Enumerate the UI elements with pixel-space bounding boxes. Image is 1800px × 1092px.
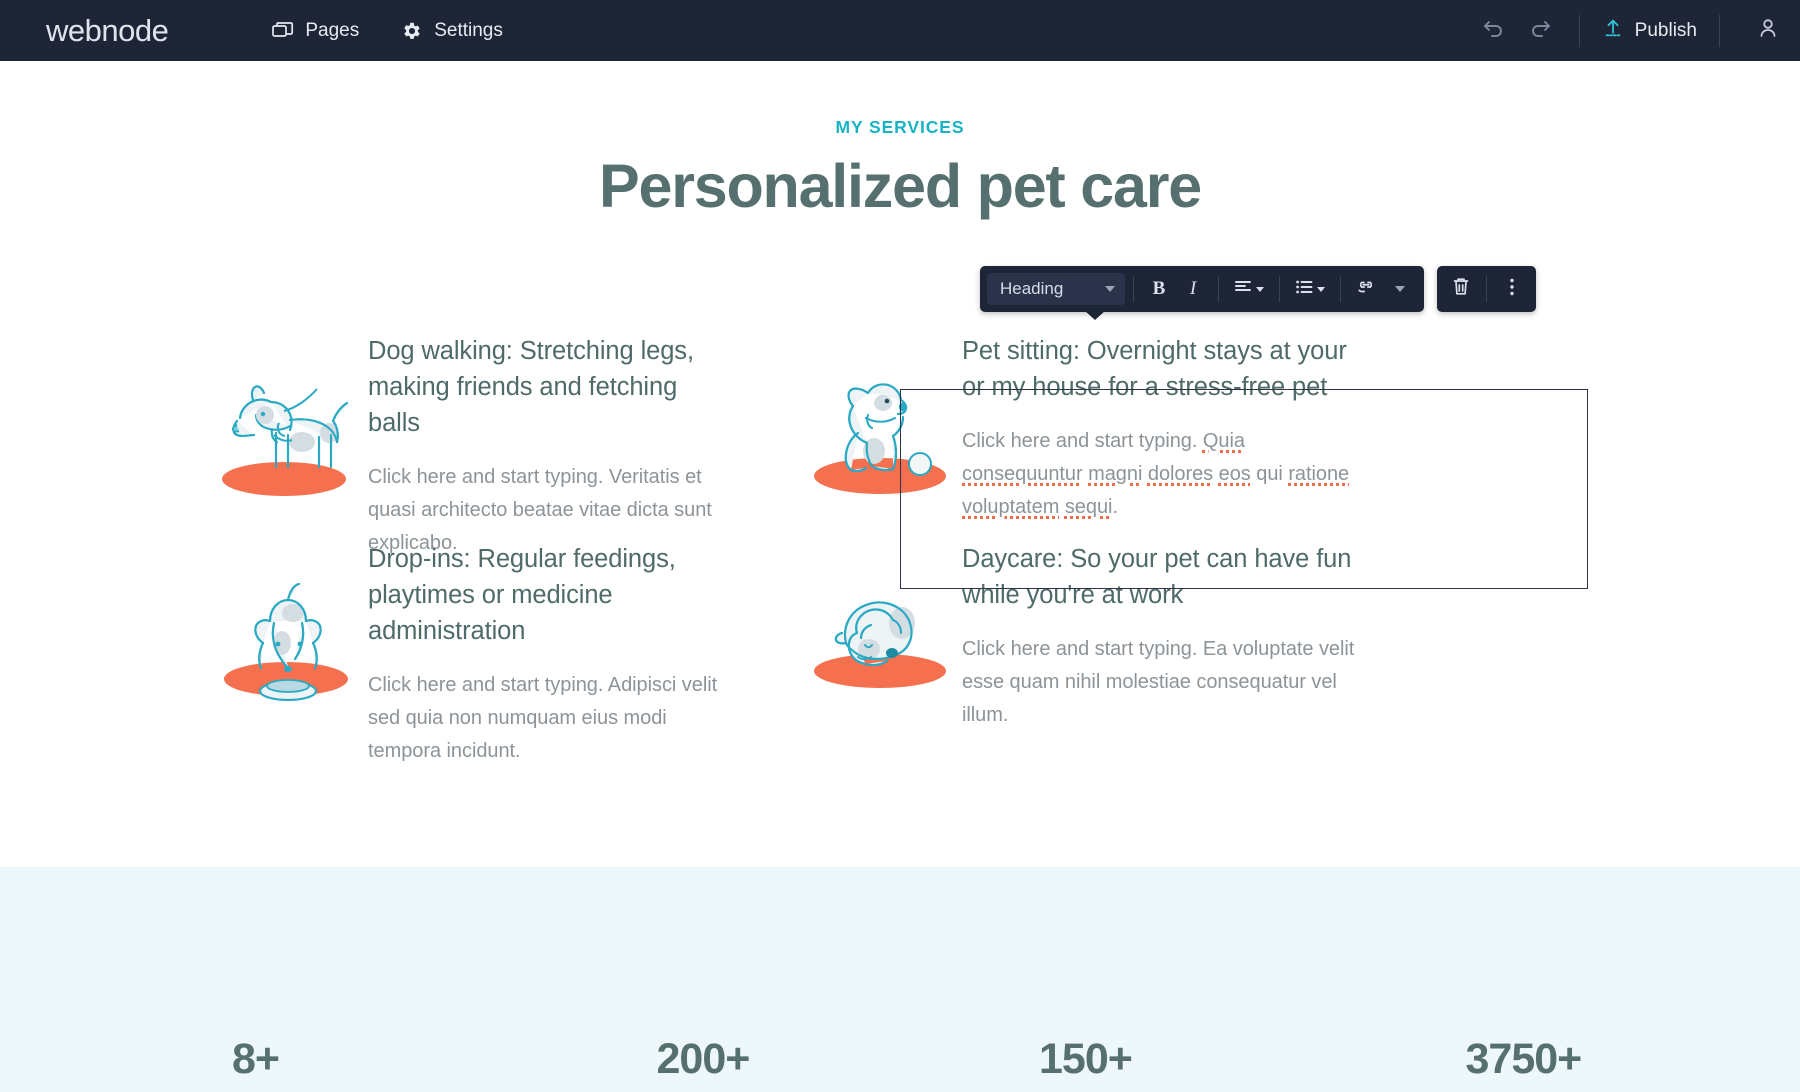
service-body[interactable]: Click here and start typing. Ea voluptat… bbox=[962, 633, 1362, 732]
dog-sleeping-illustration bbox=[802, 541, 962, 732]
publish-button[interactable]: Publish bbox=[1596, 17, 1703, 45]
block-options-button[interactable] bbox=[1495, 272, 1529, 306]
dog-walking-illustration bbox=[208, 333, 368, 560]
service-card-drop-ins[interactable]: Drop-ins: Regular feedings, playtimes or… bbox=[208, 541, 768, 768]
text-format-group: Heading B I bbox=[980, 266, 1424, 312]
link-button[interactable] bbox=[1349, 272, 1383, 306]
upload-icon bbox=[1602, 17, 1624, 45]
service-card-dog-walking[interactable]: Dog walking: Stretching legs, making fri… bbox=[208, 333, 768, 560]
account-button[interactable] bbox=[1736, 0, 1800, 61]
nav-item-pages[interactable]: Pages bbox=[272, 20, 359, 42]
redo-button[interactable] bbox=[1517, 0, 1563, 61]
service-body[interactable]: Click here and start typing. Adipisci ve… bbox=[368, 669, 728, 768]
service-title[interactable]: Dog walking: Stretching legs, making fri… bbox=[368, 333, 728, 441]
stat-item[interactable]: 8+ bbox=[0, 1035, 567, 1084]
service-title[interactable]: Drop-ins: Regular feedings, playtimes or… bbox=[368, 541, 728, 649]
paragraph-style-value: Heading bbox=[1000, 279, 1063, 299]
stat-item[interactable]: 150+ bbox=[991, 1035, 1374, 1084]
bullet-list-icon bbox=[1296, 280, 1313, 299]
service-card-daycare[interactable]: Daycare: So your pet can have fun while … bbox=[802, 541, 1402, 732]
service-text-pet-sitting: Pet sitting: Overnight stays at your or … bbox=[962, 333, 1402, 524]
undo-button[interactable] bbox=[1471, 0, 1517, 61]
more-vertical-icon bbox=[1509, 277, 1515, 302]
misspelled-word: magni bbox=[1088, 463, 1142, 485]
align-button[interactable] bbox=[1227, 272, 1271, 306]
dog-eating-illustration bbox=[208, 541, 368, 768]
section-eyebrow[interactable]: MY SERVICES bbox=[0, 117, 1800, 138]
user-icon bbox=[1756, 16, 1780, 45]
body-text: qui bbox=[1251, 463, 1289, 485]
service-body[interactable]: Click here and start typing. Quia conseq… bbox=[962, 425, 1362, 524]
service-body-prefix: Click here and start typing. bbox=[962, 430, 1203, 452]
stat-value: 150+ bbox=[1039, 1035, 1374, 1084]
misspelled-word: eos bbox=[1219, 463, 1251, 485]
misspelled-word: voluptatem bbox=[962, 496, 1059, 518]
delete-block-button[interactable] bbox=[1444, 272, 1478, 306]
stat-value: 3750+ bbox=[1466, 1035, 1800, 1084]
text-editor-toolbar: Heading B I bbox=[980, 266, 1536, 312]
body-text: . bbox=[1112, 496, 1118, 518]
publish-label: Publish bbox=[1635, 20, 1697, 42]
divider bbox=[1340, 276, 1341, 302]
stat-item[interactable]: 200+ bbox=[567, 1035, 992, 1084]
italic-label: I bbox=[1190, 278, 1196, 300]
service-title[interactable]: Pet sitting: Overnight stays at your or … bbox=[962, 333, 1362, 405]
app-top-bar: webnode Pages Settings bbox=[0, 0, 1800, 61]
trash-icon bbox=[1452, 277, 1470, 301]
page-title[interactable]: Personalized pet care bbox=[0, 151, 1800, 221]
misspelled-word: Quia bbox=[1203, 430, 1245, 452]
toolbar-pointer bbox=[1085, 311, 1105, 320]
dog-sitting-illustration bbox=[802, 333, 962, 524]
redo-icon bbox=[1528, 18, 1552, 43]
misspelled-word: consequuntur bbox=[962, 463, 1083, 485]
list-button[interactable] bbox=[1288, 272, 1332, 306]
toolbar-divider-2 bbox=[1719, 15, 1720, 47]
gear-icon bbox=[401, 20, 423, 42]
italic-button[interactable]: I bbox=[1176, 272, 1210, 306]
service-text-drop-ins: Drop-ins: Regular feedings, playtimes or… bbox=[368, 541, 768, 768]
divider bbox=[1218, 276, 1219, 302]
divider bbox=[1133, 276, 1134, 302]
stat-value: 8+ bbox=[232, 1035, 567, 1084]
misspelled-word: sequi bbox=[1065, 496, 1113, 518]
service-text-daycare: Daycare: So your pet can have fun while … bbox=[962, 541, 1402, 732]
service-text-dog-walking: Dog walking: Stretching legs, making fri… bbox=[368, 333, 768, 560]
more-formats-button[interactable] bbox=[1383, 272, 1417, 306]
chevron-down-icon bbox=[1256, 287, 1264, 292]
nav-item-settings-label: Settings bbox=[434, 20, 503, 42]
stats-row: 8+ 200+ 150+ 3750+ bbox=[0, 1035, 1800, 1084]
chevron-down-icon bbox=[1105, 286, 1115, 292]
divider bbox=[1486, 276, 1487, 302]
pages-icon bbox=[272, 21, 294, 41]
misspelled-word: ratione bbox=[1288, 463, 1349, 485]
misspelled-word: dolores bbox=[1148, 463, 1213, 485]
align-left-icon bbox=[1235, 280, 1252, 299]
webnode-logo[interactable]: webnode bbox=[46, 13, 168, 49]
divider bbox=[1279, 276, 1280, 302]
stats-band: 8+ 200+ 150+ 3750+ bbox=[0, 867, 1800, 1092]
block-actions-group bbox=[1437, 266, 1536, 312]
bold-label: B bbox=[1153, 278, 1166, 300]
stat-item[interactable]: 3750+ bbox=[1374, 1035, 1800, 1084]
service-card-pet-sitting[interactable]: Pet sitting: Overnight stays at your or … bbox=[802, 333, 1402, 524]
top-bar-actions: Publish bbox=[1471, 0, 1800, 61]
link-icon bbox=[1356, 280, 1376, 299]
toolbar-divider bbox=[1579, 15, 1580, 47]
undo-icon bbox=[1482, 18, 1506, 43]
chevron-down-icon bbox=[1317, 287, 1325, 292]
nav-item-pages-label: Pages bbox=[305, 20, 359, 42]
stat-value: 200+ bbox=[657, 1035, 992, 1084]
chevron-down-icon bbox=[1395, 286, 1405, 292]
service-title[interactable]: Daycare: So your pet can have fun while … bbox=[962, 541, 1362, 613]
top-navigation: Pages Settings bbox=[272, 20, 503, 42]
page-canvas: MY SERVICES Personalized pet care bbox=[0, 61, 1800, 1031]
nav-item-settings[interactable]: Settings bbox=[401, 20, 503, 42]
bold-button[interactable]: B bbox=[1142, 272, 1176, 306]
paragraph-style-select[interactable]: Heading bbox=[987, 273, 1125, 305]
